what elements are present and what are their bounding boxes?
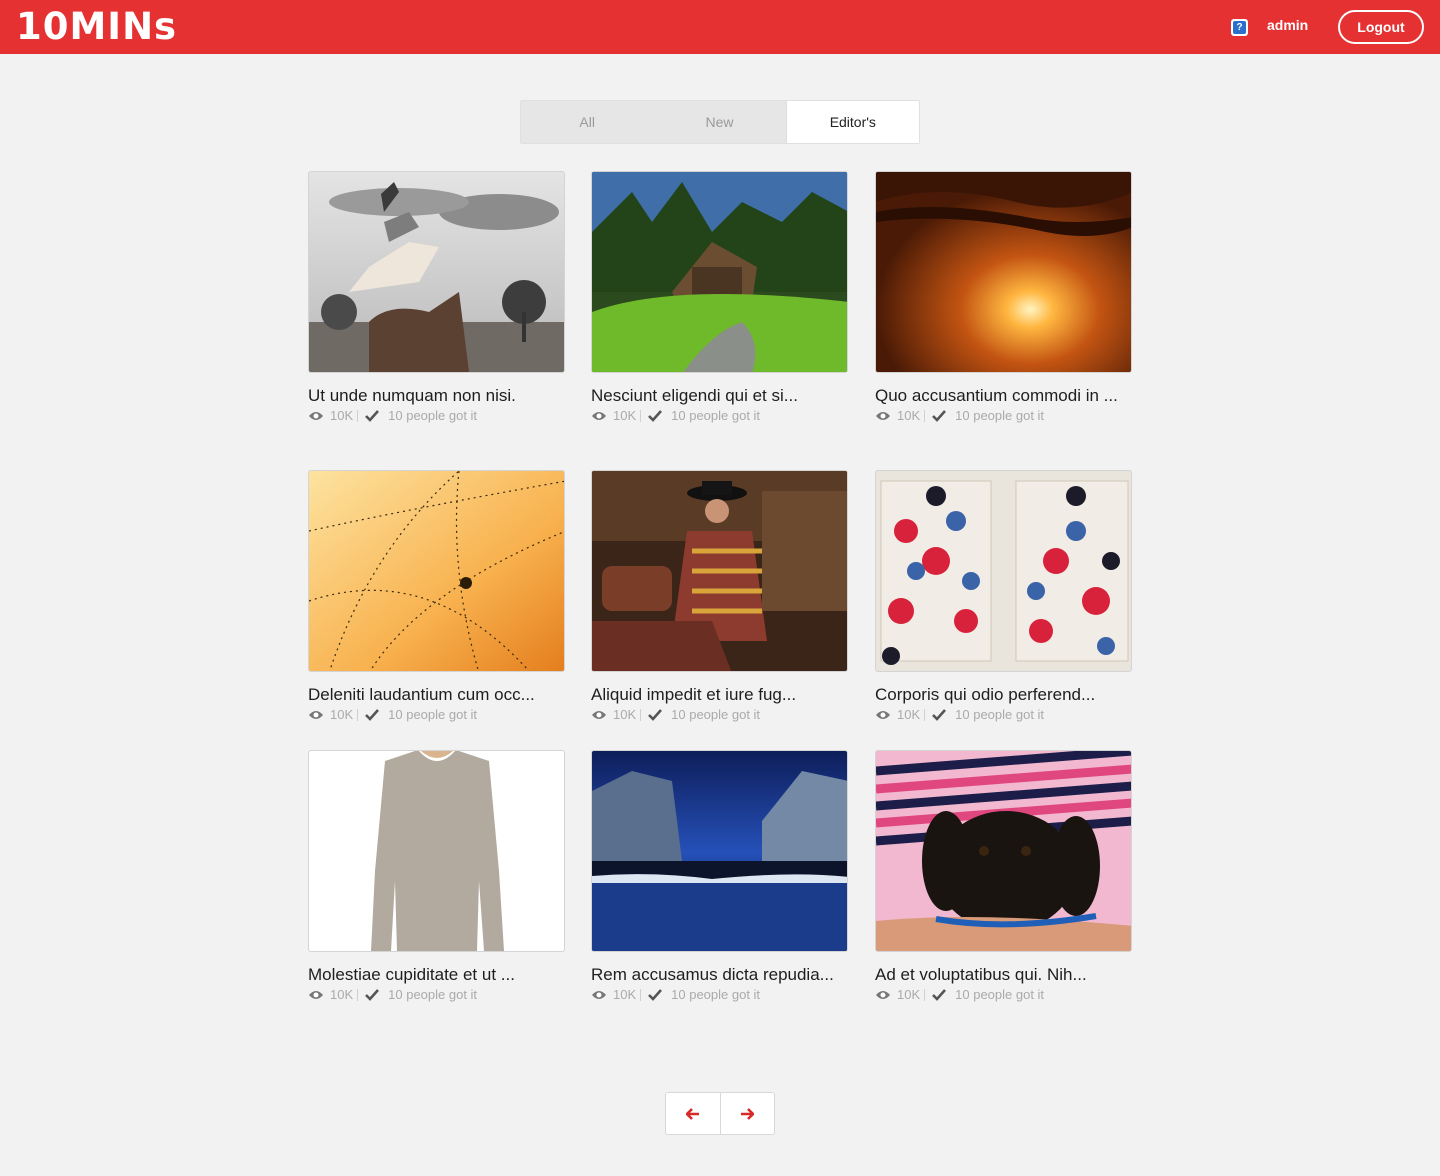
view-count: 10K [897,707,921,722]
got-it-count: 10 people got it [955,408,1045,423]
eye-icon [309,991,323,999]
got-it-count: 10 people got it [671,408,761,423]
eye-icon [592,412,606,420]
card[interactable]: Quo accusantium commodi in ... 10K 10 pe… [875,171,1132,425]
tab-all[interactable]: All [521,101,653,143]
card[interactable]: Nesciunt eligendi qui et si... 10K 10 pe… [591,171,848,425]
card-meta: 10K 10 people got it [308,986,565,1004]
check-icon [365,709,380,721]
card-thumbnail[interactable] [308,470,565,672]
check-icon [932,989,947,1001]
meta-divider [640,410,642,422]
logout-button[interactable]: Logout [1338,10,1424,44]
view-count: 10K [897,987,921,1002]
got-it-count: 10 people got it [388,408,478,423]
check-icon [365,410,380,422]
card-thumbnail[interactable] [875,750,1132,952]
card[interactable]: Corporis qui odio perferend... 10K 10 pe… [875,470,1132,724]
meta-divider [357,410,359,422]
card-title[interactable]: Aliquid impedit et iure fug... [591,685,848,705]
card-title[interactable]: Ad et voluptatibus qui. Nih... [875,965,1132,985]
card-meta: 10K 10 people got it [591,706,848,724]
view-count: 10K [613,987,637,1002]
meta-divider [924,410,926,422]
tab-editors[interactable]: Editor's [785,101,919,143]
card-thumbnail[interactable] [591,470,848,672]
eye-icon [592,711,606,719]
view-count: 10K [897,408,921,423]
filter-tabs: All New Editor's [520,100,920,144]
card[interactable]: Ut unde numquam non nisi. 10K 10 people … [308,171,565,425]
eye-icon [592,991,606,999]
got-it-count: 10 people got it [955,987,1045,1002]
card-meta: 10K 10 people got it [875,986,1132,1004]
got-it-count: 10 people got it [388,707,478,722]
view-count: 10K [613,408,637,423]
card-meta: 10K 10 people got it [875,706,1132,724]
card[interactable]: Rem accusamus dicta repudia... 10K 10 pe… [591,750,848,1004]
eye-icon [876,991,890,999]
eye-icon [876,711,890,719]
card-title[interactable]: Quo accusantium commodi in ... [875,386,1132,406]
view-count: 10K [330,408,354,423]
app-logo[interactable]: 10MINs [16,6,177,48]
tab-new[interactable]: New [653,101,785,143]
eye-icon [309,711,323,719]
meta-divider [357,709,359,721]
meta-divider [924,709,926,721]
check-icon [648,989,663,1001]
card-title[interactable]: Ut unde numquam non nisi. [308,386,565,406]
meta-divider [924,989,926,1001]
pagination [665,1092,775,1135]
check-icon [648,410,663,422]
card-title[interactable]: Molestiae cupiditate et ut ... [308,965,565,985]
card-meta: 10K 10 people got it [591,986,848,1004]
check-icon [932,709,947,721]
card-title[interactable]: Corporis qui odio perferend... [875,685,1132,705]
got-it-count: 10 people got it [671,707,761,722]
card-title[interactable]: Deleniti laudantium cum occ... [308,685,565,705]
got-it-count: 10 people got it [388,987,478,1002]
card-thumbnail[interactable] [591,171,848,373]
check-icon [932,410,947,422]
meta-divider [640,989,642,1001]
arrow-right-icon [741,1107,755,1120]
view-count: 10K [330,987,354,1002]
card-title[interactable]: Rem accusamus dicta repudia... [591,965,848,985]
view-count: 10K [330,707,354,722]
card[interactable]: Ad et voluptatibus qui. Nih... 10K 10 pe… [875,750,1132,1004]
check-icon [365,989,380,1001]
card-thumbnail[interactable] [875,171,1132,373]
next-page-button[interactable] [719,1093,775,1134]
prev-page-button[interactable] [666,1093,720,1134]
help-icon[interactable]: ? [1231,19,1248,36]
card-thumbnail[interactable] [875,470,1132,672]
top-navbar: 10MINs ? admin Logout [0,0,1440,54]
meta-divider [357,989,359,1001]
card[interactable]: Molestiae cupiditate et ut ... 10K 10 pe… [308,750,565,1004]
card-meta: 10K 10 people got it [875,407,1132,425]
check-icon [648,709,663,721]
card-thumbnail[interactable] [308,171,565,373]
card[interactable]: Aliquid impedit et iure fug... 10K 10 pe… [591,470,848,724]
view-count: 10K [613,707,637,722]
user-name[interactable]: admin [1267,16,1308,34]
meta-divider [640,709,642,721]
card-meta: 10K 10 people got it [308,407,565,425]
card-title[interactable]: Nesciunt eligendi qui et si... [591,386,848,406]
card[interactable]: Deleniti laudantium cum occ... 10K 10 pe… [308,470,565,724]
got-it-count: 10 people got it [671,987,761,1002]
card-thumbnail[interactable] [591,750,848,952]
arrow-left-icon [685,1107,699,1120]
eye-icon [876,412,890,420]
eye-icon [309,412,323,420]
card-thumbnail[interactable] [308,750,565,952]
card-meta: 10K 10 people got it [591,407,848,425]
card-meta: 10K 10 people got it [308,706,565,724]
got-it-count: 10 people got it [955,707,1045,722]
